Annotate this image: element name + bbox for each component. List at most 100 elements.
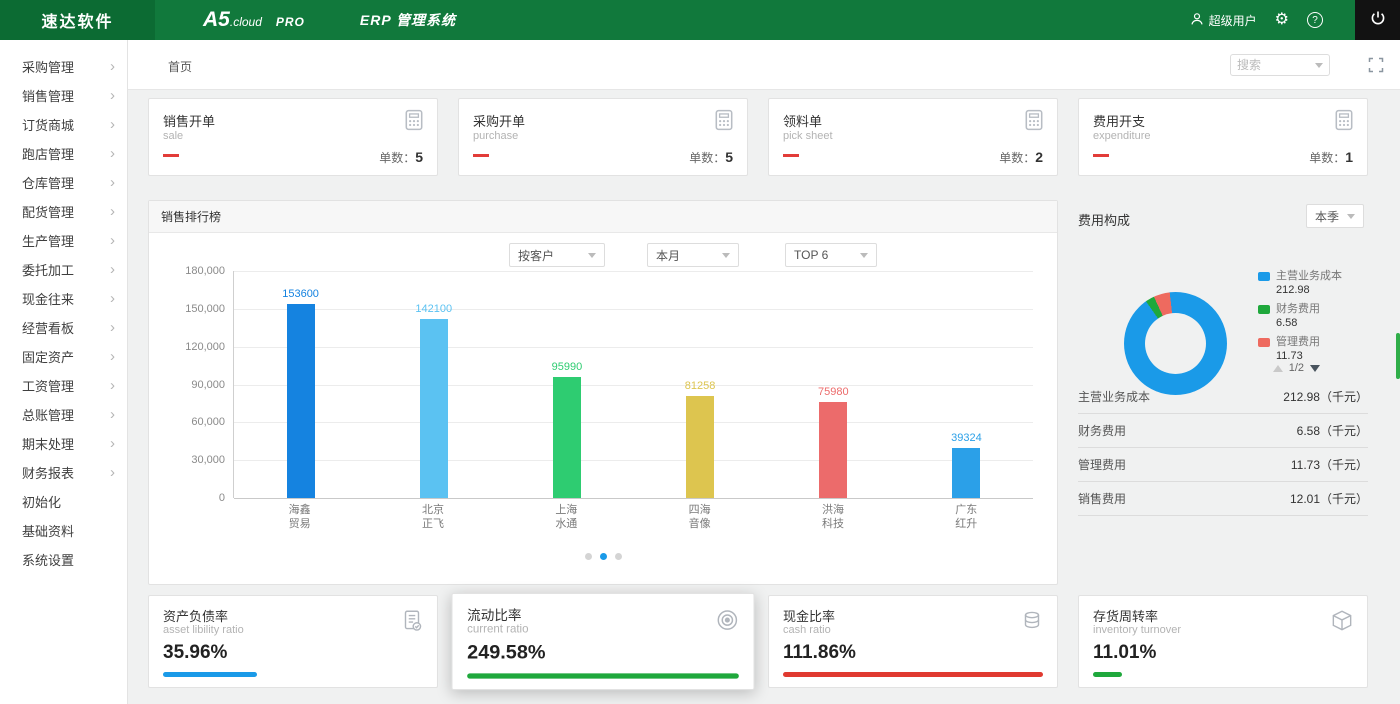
sidebar-item-5[interactable]: 仓库管理› [0, 168, 127, 197]
scrollbar-thumb[interactable] [1396, 333, 1400, 379]
x-axis-category: 广东红升 [900, 503, 1033, 532]
ratio-title: 资产负债率 [163, 606, 228, 625]
expense-row-value: 12.01（千元） [1290, 490, 1368, 507]
bar-6[interactable]: 39324 [900, 271, 1033, 498]
stat-title: 销售开单 [163, 111, 215, 130]
ratio-card-cash-ratio[interactable]: 现金比率 cash ratio 111.86% [768, 595, 1058, 688]
y-axis-tick: 180,000 [185, 265, 225, 277]
stat-card-purchase-order[interactable]: 采购开单 purchase 单数：5 [458, 98, 748, 176]
bar-4[interactable]: 81258 [634, 271, 767, 498]
sidebar-item-8[interactable]: 委托加工› [0, 255, 127, 284]
legend-item[interactable]: 管理费用 11.73 [1258, 336, 1342, 362]
expense-period-select[interactable]: 本季 [1306, 204, 1364, 228]
search-box[interactable] [1230, 54, 1330, 76]
bar-3[interactable]: 95990 [500, 271, 633, 498]
sales-ranking-panel: 销售排行榜 按客户 本月 TOP 6 030,00060,00090,00012… [148, 200, 1058, 585]
sidebar-item-1[interactable]: 采购管理› [0, 52, 127, 81]
bar-5[interactable]: 75980 [767, 271, 900, 498]
bar-chart-plot: 153600 14210095990 81258 7598039324 [233, 271, 1033, 498]
stat-subtitle: purchase [473, 130, 518, 142]
chevron-right-icon: › [110, 465, 115, 480]
sidebar-item-3[interactable]: 订货商城› [0, 110, 127, 139]
bar-rect [819, 402, 847, 498]
bar-value-label: 81258 [685, 380, 716, 392]
sidebar-item-2[interactable]: 销售管理› [0, 81, 127, 110]
legend-pager: 1/2 [1273, 362, 1320, 374]
box-icon [1329, 608, 1355, 639]
sidebar-item-10[interactable]: 经营看板› [0, 313, 127, 342]
pager-up-icon[interactable] [1273, 365, 1283, 372]
stat-card-pick-sheet[interactable]: 领料单 pick sheet 单数：2 [768, 98, 1058, 176]
sidebar-item-label: 现金往来 [22, 289, 110, 308]
expense-row-label: 财务费用 [1078, 422, 1126, 439]
sidebar-item-16[interactable]: 初始化 [0, 487, 127, 516]
filter-period-select[interactable]: 本月 [647, 243, 739, 267]
ratio-card-inventory-turnover[interactable]: 存货周转率 inventory turnover 11.01% [1078, 595, 1368, 688]
power-icon [1370, 10, 1386, 31]
settings-gear-icon[interactable]: ⚙ [1275, 12, 1289, 28]
target-icon [714, 606, 741, 638]
sidebar-item-12[interactable]: 工资管理› [0, 371, 127, 400]
bar-1[interactable]: 153600 [234, 271, 367, 498]
logout-power-button[interactable] [1355, 0, 1400, 40]
top-bar: 速达软件 A5 .cloud PRO ERP 管理系统 超级用户 ⚙ ? [0, 0, 1400, 40]
sidebar-item-6[interactable]: 配货管理› [0, 197, 127, 226]
fullscreen-icon[interactable] [1368, 57, 1384, 73]
y-axis-tick: 30,000 [191, 454, 225, 466]
legend-value: 11.73 [1276, 350, 1342, 362]
ratio-card-current-ratio[interactable]: 流动比率 current ratio 249.58% [451, 593, 754, 690]
count-value: 1 [1345, 149, 1353, 165]
search-input[interactable] [1237, 58, 1307, 72]
panel-title: 销售排行榜 [161, 208, 221, 225]
bar-rect [287, 304, 315, 498]
pager-dot[interactable] [615, 553, 622, 560]
y-axis-tick: 0 [219, 492, 225, 504]
bar-value-label: 153600 [282, 288, 319, 300]
expense-row-label: 销售费用 [1078, 490, 1126, 507]
bar-chart-bars: 153600 14210095990 81258 7598039324 [234, 271, 1033, 498]
sidebar-item-13[interactable]: 总账管理› [0, 400, 127, 429]
bar-rect [686, 396, 714, 498]
app-logo: 速达软件 [0, 0, 155, 40]
count-label: 单数： [379, 151, 415, 165]
sidebar-item-17[interactable]: 基础资料 [0, 516, 127, 545]
bar-2[interactable]: 142100 [367, 271, 500, 498]
sidebar-item-label: 固定资产 [22, 347, 110, 366]
tab-home[interactable]: 首页 [168, 58, 192, 75]
trend-dash [783, 154, 799, 157]
legend-item[interactable]: 主营业务成本 212.98 [1258, 270, 1342, 296]
ratio-progress-bar [163, 672, 257, 677]
user-menu[interactable]: 超级用户 [1190, 12, 1257, 29]
sidebar-item-14[interactable]: 期末处理› [0, 429, 127, 458]
sidebar-item-label: 初始化 [22, 492, 115, 511]
sidebar-item-15[interactable]: 财务报表› [0, 458, 127, 487]
pager-down-icon[interactable] [1310, 365, 1320, 372]
ratio-subtitle: asset libility ratio [163, 624, 244, 636]
sidebar-item-9[interactable]: 现金往来› [0, 284, 127, 313]
stat-title: 领料单 [783, 111, 822, 130]
sidebar-item-4[interactable]: 跑店管理› [0, 139, 127, 168]
select-value: 本季 [1315, 208, 1339, 225]
ratio-progress-bar [783, 672, 1043, 677]
sidebar-item-11[interactable]: 固定资产› [0, 342, 127, 371]
chevron-right-icon: › [110, 88, 115, 103]
sidebar-item-18[interactable]: 系统设置 [0, 545, 127, 574]
trend-dash [473, 154, 489, 157]
stat-card-expenditure[interactable]: 费用开支 expenditure 单数：1 [1078, 98, 1368, 176]
sidebar-item-7[interactable]: 生产管理› [0, 226, 127, 255]
top-right-actions: 超级用户 ⚙ ? [1190, 0, 1400, 40]
stat-subtitle: expenditure [1093, 130, 1151, 142]
legend-item[interactable]: 财务费用 6.58 [1258, 303, 1342, 329]
stat-subtitle: pick sheet [783, 130, 833, 142]
ratio-card-asset-liability[interactable]: 资产负债率 asset libility ratio 35.96% [148, 595, 438, 688]
filter-top-n-select[interactable]: TOP 6 [785, 243, 877, 267]
panel-header: 销售排行榜 [149, 201, 1057, 233]
pager-dot-active[interactable] [600, 553, 607, 560]
pager-dot[interactable] [585, 553, 592, 560]
filter-by-customer-select[interactable]: 按客户 [509, 243, 605, 267]
brand-suffix: .cloud [230, 15, 262, 29]
chart-pager-dots [149, 553, 1057, 560]
stat-card-sales-order[interactable]: 销售开单 sale 单数：5 [148, 98, 438, 176]
expense-row: 销售费用 12.01（千元） [1078, 482, 1368, 516]
help-icon[interactable]: ? [1307, 12, 1323, 28]
